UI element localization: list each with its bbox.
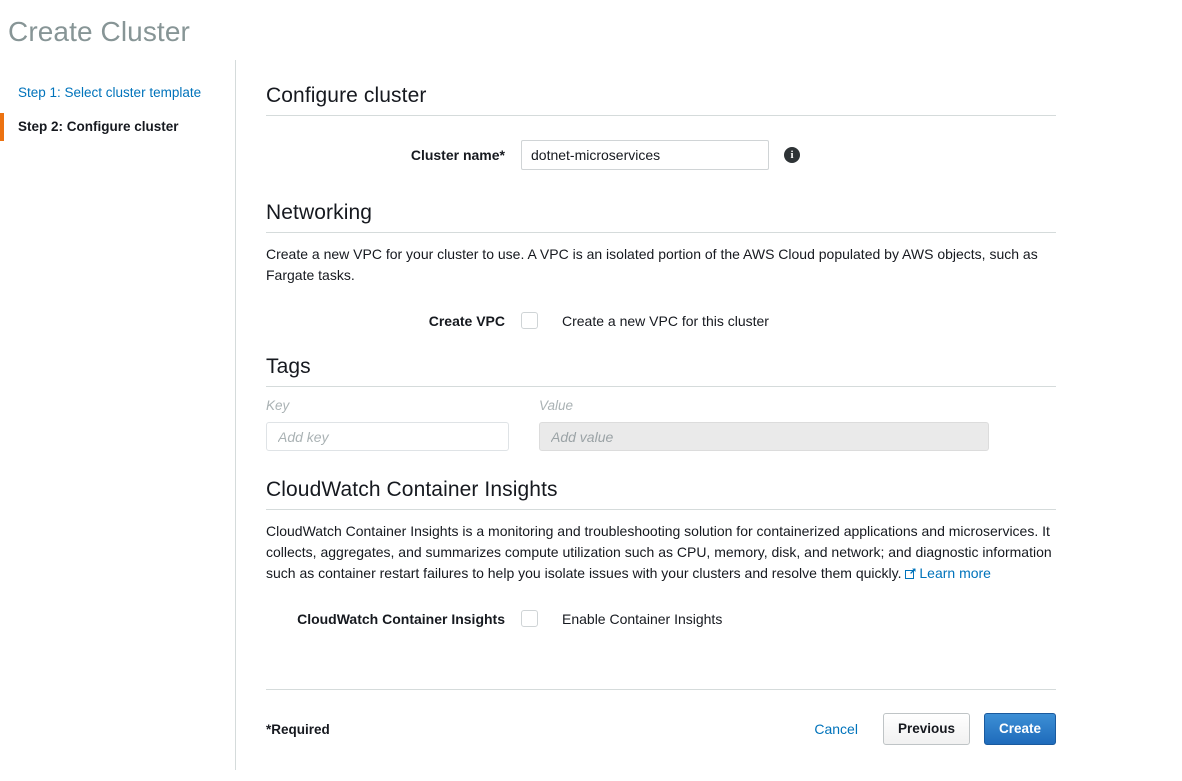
cancel-button[interactable]: Cancel <box>814 721 858 737</box>
cluster-name-input[interactable] <box>521 140 769 170</box>
cluster-name-row: Cluster name* i <box>266 140 1056 170</box>
sidebar-step-2[interactable]: Step 2: Configure cluster <box>0 113 235 141</box>
configure-cluster-form: Configure cluster Cluster name* i Networ… <box>266 60 1056 745</box>
create-button[interactable]: Create <box>984 713 1056 745</box>
container-insights-checkbox-text: Enable Container Insights <box>562 611 722 627</box>
footer-divider <box>266 689 1056 690</box>
learn-more-link[interactable]: Learn more <box>905 565 991 581</box>
previous-button[interactable]: Previous <box>883 713 970 745</box>
cloudwatch-description-block: CloudWatch Container Insights is a monit… <box>266 521 1056 584</box>
create-vpc-checkbox[interactable] <box>521 312 538 329</box>
create-vpc-checkbox-text: Create a new VPC for this cluster <box>562 313 769 329</box>
tags-grid: Key Value <box>266 398 1056 451</box>
section-heading-networking: Networking <box>266 201 1056 233</box>
tags-key-column: Key <box>266 398 539 451</box>
tags-value-header: Value <box>539 398 989 413</box>
tag-value-input[interactable] <box>539 422 989 451</box>
external-link-icon <box>905 568 916 579</box>
wizard-steps-sidebar: Step 1: Select cluster template Step 2: … <box>0 60 236 770</box>
required-note: *Required <box>266 722 330 737</box>
section-heading-tags: Tags <box>266 355 1056 387</box>
form-footer: *Required Cancel Previous Create <box>266 713 1056 745</box>
cluster-name-label: Cluster name* <box>266 147 521 163</box>
info-icon[interactable]: i <box>784 147 800 163</box>
container-insights-checkbox[interactable] <box>521 610 538 627</box>
learn-more-label: Learn more <box>919 565 991 581</box>
section-heading-configure-cluster: Configure cluster <box>266 84 1056 116</box>
page-title: Create Cluster <box>8 16 190 48</box>
create-vpc-row: Create VPC Create a new VPC for this clu… <box>266 312 1056 329</box>
container-insights-row: CloudWatch Container Insights Enable Con… <box>266 610 1056 627</box>
page-layout: Step 1: Select cluster template Step 2: … <box>0 60 1182 781</box>
container-insights-label: CloudWatch Container Insights <box>266 611 521 627</box>
sidebar-step-1[interactable]: Step 1: Select cluster template <box>0 79 235 107</box>
tags-key-header: Key <box>266 398 539 413</box>
networking-description: Create a new VPC for your cluster to use… <box>266 244 1056 286</box>
tag-key-input[interactable] <box>266 422 509 451</box>
tags-value-column: Value <box>539 398 989 451</box>
section-heading-cloudwatch-container-insights: CloudWatch Container Insights <box>266 478 1056 510</box>
footer-actions: Cancel Previous Create <box>814 713 1056 745</box>
create-vpc-label: Create VPC <box>266 313 521 329</box>
